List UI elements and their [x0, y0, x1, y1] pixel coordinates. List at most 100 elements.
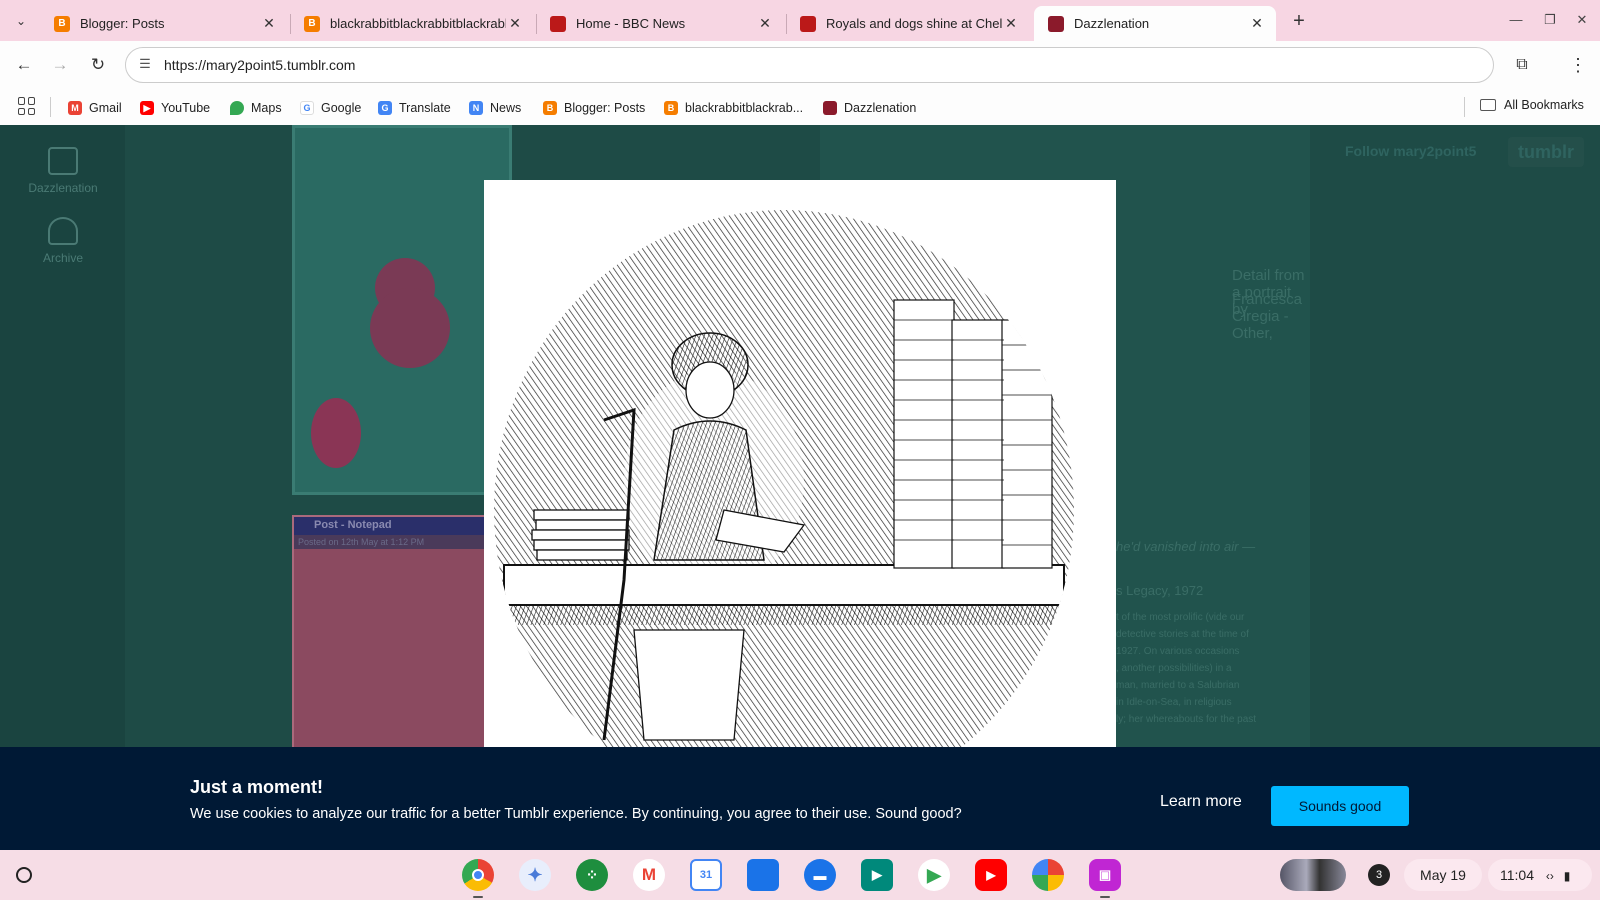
minimize-icon: —	[1509, 12, 1523, 27]
bookmark-gmail[interactable]: M Gmail	[68, 98, 122, 118]
accept-cookies-button[interactable]: Sounds good	[1271, 786, 1409, 826]
bookmark-google[interactable]: G Google	[300, 98, 361, 118]
bookmark-blogger-posts[interactable]: B Blogger: Posts	[543, 98, 645, 118]
running-indicator	[1100, 896, 1110, 898]
url-text[interactable]: https://mary2point5.tumblr.com	[164, 57, 355, 73]
notepad-title: Post - Notepad	[294, 517, 490, 535]
background-post-image	[292, 125, 512, 495]
minimize-button[interactable]: —	[1504, 8, 1528, 32]
tab-title: blackrabbitblackrabbitblackrabbit	[330, 16, 506, 31]
follow-link[interactable]: Follow mary2point5	[1345, 143, 1476, 159]
tab-blogger-posts[interactable]: B Blogger: Posts ✕	[40, 6, 288, 41]
meet-icon[interactable]: ▶	[861, 859, 893, 891]
notepad-posted: Posted on 12th May at 1:12 PM	[294, 535, 490, 549]
bookmark-maps[interactable]: Maps	[230, 98, 282, 118]
files-icon[interactable]	[747, 859, 779, 891]
tab-title: Royals and dogs shine at Chelsea	[826, 16, 1002, 31]
blogger-icon: B	[54, 15, 70, 32]
tab-title: Dazzlenation	[1074, 16, 1150, 31]
messages-icon[interactable]: ▬	[804, 859, 836, 891]
restore-button[interactable]: ❐	[1538, 8, 1562, 32]
caption-line: Francesca Ciregia - Other,	[1232, 291, 1303, 342]
all-bookmarks-button[interactable]: All Bookmarks	[1480, 98, 1584, 112]
page-content: Dazzlenation Archive Post - Notepad Post…	[0, 125, 1600, 849]
bookmark-blackrabbit[interactable]: B blackrabbitblackrab...	[664, 98, 803, 118]
bookmark-news[interactable]: N News	[469, 98, 521, 118]
close-tab-icon[interactable]: ✕	[756, 15, 774, 32]
bookmark-divider	[50, 97, 51, 117]
sidebar-item-archive[interactable]: Archive	[18, 217, 108, 265]
close-window-button[interactable]: ✕	[1570, 8, 1594, 32]
extensions-button[interactable]: ⧉	[1508, 51, 1536, 79]
tab-dazzlenation[interactable]: Dazzlenation ✕	[1034, 6, 1276, 41]
youtube-icon[interactable]: ▶	[975, 859, 1007, 891]
notification-count[interactable]: 3	[1368, 864, 1390, 886]
address-bar[interactable]: ☰ https://mary2point5.tumblr.com	[125, 47, 1494, 83]
site-settings-icon[interactable]: ☰	[136, 56, 154, 74]
decorative-circle	[370, 288, 450, 368]
bbc-news-icon	[800, 15, 816, 32]
app-launcher-icon[interactable]: ⁘	[576, 859, 608, 891]
plus-icon: +	[1293, 10, 1305, 32]
blog-sidebar: Dazzlenation Archive	[0, 125, 125, 849]
close-tab-icon[interactable]: ✕	[260, 15, 278, 32]
gemini-icon[interactable]: ✦	[519, 859, 551, 891]
body-text-block: t of the most prolific (vide our detecti…	[1116, 609, 1296, 728]
gmail-icon: M	[68, 101, 82, 115]
close-tab-icon[interactable]: ✕	[1002, 15, 1020, 32]
tab-bbc-royals[interactable]: Royals and dogs shine at Chelsea ✕	[786, 6, 1030, 41]
reload-button[interactable]: ↻	[84, 51, 112, 79]
calendar-icon[interactable]: 31	[690, 859, 722, 891]
tumblr-logo[interactable]: tumblr	[1508, 137, 1584, 167]
body-text-line: 1927. On various occasions	[1116, 646, 1240, 657]
folder-icon	[1480, 99, 1496, 111]
screencast-icon[interactable]: ▣	[1089, 859, 1121, 891]
bookmark-label: Dazzlenation	[844, 101, 917, 115]
sidebar-item-dazzlenation[interactable]: Dazzlenation	[18, 147, 108, 195]
bookmark-label: Blogger: Posts	[564, 101, 646, 115]
learn-more-button[interactable]: Learn more	[1160, 793, 1242, 811]
tumblr-blog-icon	[823, 101, 837, 115]
tab-title: Home - BBC News	[576, 16, 686, 31]
sidebar-item-label: Archive	[42, 251, 83, 265]
lightbox-image[interactable]	[484, 180, 1116, 750]
launcher-icon[interactable]	[16, 867, 32, 883]
more-vert-icon: ⋮	[1569, 55, 1587, 75]
sidebar-item-label: Dazzlenation	[28, 181, 98, 195]
apps-grid-icon[interactable]	[18, 97, 36, 115]
holding-space-thumbnails[interactable]	[1280, 859, 1346, 891]
bookmark-youtube[interactable]: ▶ YouTube	[140, 98, 210, 118]
arrow-left-icon: ←	[15, 55, 33, 74]
chrome-icon[interactable]	[462, 859, 494, 891]
tab-blackrabbit[interactable]: B blackrabbitblackrabbitblackrabbit ✕	[290, 6, 534, 41]
date-display[interactable]: May 19	[1404, 859, 1482, 891]
play-store-icon[interactable]: ▶	[918, 859, 950, 891]
gmail-icon[interactable]: M	[633, 859, 665, 891]
tab-search-button[interactable]: ⌄	[8, 8, 34, 34]
browser-menu-button[interactable]: ⋮	[1564, 51, 1592, 79]
youtube-icon: ▶	[140, 101, 154, 115]
tab-bbc-home[interactable]: Home - BBC News ✕	[536, 6, 784, 41]
status-tray[interactable]: 11:04 ‹› ▮	[1488, 859, 1592, 891]
illustration-woman-writing	[484, 180, 1116, 750]
photos-icon[interactable]	[1032, 859, 1064, 891]
bookmark-translate[interactable]: G Translate	[378, 98, 451, 118]
bookmark-label: Gmail	[89, 101, 122, 115]
body-text-line: t of the most prolific (vide our	[1116, 612, 1245, 623]
bookmarks-bar: M Gmail ▶ YouTube Maps G Google G Transl…	[0, 89, 1600, 125]
legacy-text: s Legacy, 1972	[1116, 583, 1204, 598]
new-tab-button[interactable]: +	[1286, 8, 1312, 34]
bookmark-dazzlenation[interactable]: Dazzlenation	[823, 98, 916, 118]
body-text-line: man, married to a Salubrian	[1116, 680, 1240, 691]
bookmark-label: YouTube	[161, 101, 211, 115]
maps-icon	[230, 101, 244, 115]
back-button[interactable]: ←	[10, 51, 38, 79]
network-icon: ‹›	[1545, 869, 1554, 883]
close-tab-icon[interactable]: ✕	[1248, 15, 1266, 32]
os-shelf: ✦ ⁘ M 31 ▬ ▶ ▶ ▶ ▣ 3 May 19 11:04 ‹› ▮	[0, 850, 1600, 900]
bookmark-divider	[1464, 97, 1465, 117]
body-text-line: detective stories at the time of	[1116, 629, 1249, 640]
forward-button[interactable]: →	[46, 51, 74, 79]
close-tab-icon[interactable]: ✕	[506, 15, 524, 32]
blogger-icon: B	[664, 101, 678, 115]
